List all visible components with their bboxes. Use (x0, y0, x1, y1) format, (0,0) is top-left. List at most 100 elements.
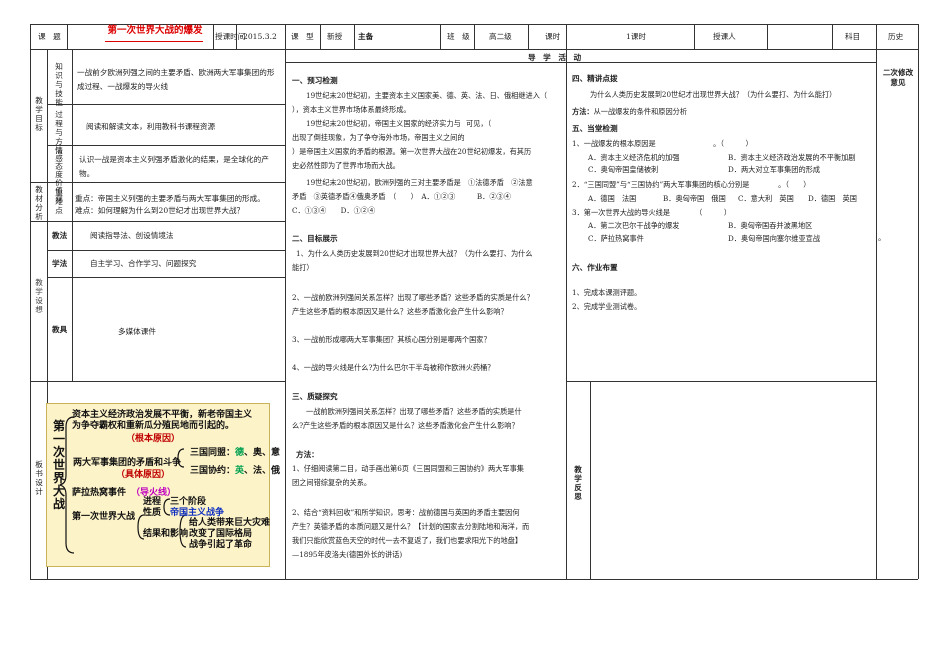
q2-b: B．奥匈帝国 俄国 (663, 194, 726, 203)
q3: 3．第一次世界大战的导火线是 （ ） (572, 208, 732, 217)
title-underline (105, 41, 203, 42)
method-title: 方法： (296, 450, 319, 459)
s2-q2b: 产生这些矛盾的根本原因又是什么？这些矛盾激化会产生什么影响？ (292, 307, 508, 316)
study-text: 自主学习、合作学习、问题探究 (90, 259, 197, 268)
s4-method: 方法：从一战爆发的条件和原因分析 (572, 106, 687, 117)
s1-p2c: 史必然性即为了世界市场而大战。 (292, 161, 400, 170)
s3-p1b: 么?产生这些矛盾的根本原因又是什么？这些矛盾激化会产生什么影响？ (292, 421, 519, 430)
board-effect1: 给人类带来巨大灾难 (189, 518, 271, 528)
s1-p1b: ），资本主义世界市场体系最终形成。 (292, 105, 411, 114)
design-title: 教学设想 (35, 278, 43, 314)
s2-q3: 3、一战前形成哪两大军事集团？其核心国分别是哪两个国家？ (292, 335, 491, 344)
hours-value: 1课时 (626, 32, 647, 41)
class-value: 高二级 (489, 32, 512, 41)
method-text: 阅读指导法、创设情境法 (90, 231, 174, 240)
board-camps-cause: （具体原因） (116, 470, 171, 480)
q2-d: D．德国 英国 (808, 194, 857, 203)
m1b: 团之间错综复杂的关系。 (292, 478, 372, 487)
board-root-cause: （根本原因） (126, 434, 181, 444)
alliance2-label: 三国协约： (190, 466, 236, 476)
board-war: 第一次世界大战 (72, 512, 136, 522)
m2c: 我们只能欣赏蓝色天空的时代一去不复返了，我们也要求阳光下的地盘】 (292, 536, 523, 545)
tools-text: 多媒体课件 (118, 327, 156, 336)
s2-q4: 4、一战的导火线是什么?为什么巴尔干半岛被称作欧洲火药桶？ (292, 363, 495, 372)
s1-p1a: 19世纪末20世纪初，主要资本主义国家美、德、英、法、日、俄相继进入（ (306, 91, 548, 100)
s4-title: 四、精讲点拨 (572, 74, 618, 83)
s1-p2a: 19世纪末20世纪初，帝国主义国家的经济实力与 (306, 119, 461, 128)
subject-label: 科目 (845, 32, 861, 41)
s2-title: 二、目标展示 (292, 234, 338, 243)
m2d: —1895年皮洛夫(德国外长的讲话) (292, 550, 403, 559)
m2b: 产生？英德矛盾的本质问题又是什么？【计划的国家去分割陆地和海洋，而 (292, 522, 530, 531)
activity-header: 导 学 活 动 (528, 53, 582, 62)
goal1-text: 一战前夕欧洲列强之间的主要矛盾、欧洲两大军事集团的形成过程、一战爆发的导火线 (77, 68, 275, 91)
second-edit-title: 二次修改意见 (882, 68, 914, 87)
analysis-title: 教材分析 (35, 185, 43, 221)
q2-c: C．意大利 英国 (738, 194, 794, 203)
subject-value: 历史 (888, 32, 904, 41)
tools-label: 教具 (52, 325, 68, 334)
q1-b: B．资本主义经济政治发展的不平衡加剧 (728, 153, 856, 162)
alliance1-rest: 、奥、意 (244, 448, 281, 458)
board-line2: 为争夺霸权和重新瓜分殖民地而引起的。 (72, 421, 235, 431)
m1a: 1、仔细阅读第二目，动手画出第6页《三国同盟和三国协约》两大军事集 (292, 464, 524, 473)
q3-a: A．第二次巴尔干战争的爆发 (588, 221, 680, 230)
board-effect3: 战争引起了革命 (189, 540, 253, 550)
q1-d: D．两大对立军事集团的形成 (728, 165, 821, 174)
s1-p3a: 19世纪末20世纪初，欧洲列强的三对主要矛盾是 ①法德矛盾 ②法意 (306, 178, 533, 187)
s2-q1a: 1、为什么人类历史发展到20世纪才出现世界大战？（为什么要打、为什么 (296, 249, 533, 258)
lesson-label: 课 题 (38, 32, 61, 41)
goals-title: 教学目标 (35, 96, 43, 132)
time-value: 2015.3.2 (243, 32, 277, 41)
goal3-text: 认识一战是资本主义列强矛盾激化的结果，是全球化的产物。 (79, 155, 269, 178)
type-value: 新授 (327, 32, 343, 41)
type-label: 课 型 (291, 32, 314, 41)
keypoint-text2: 难点：如何理解为什么到20世纪才出现世界大战？ (75, 206, 245, 215)
q3-b: B．奥匈帝国吞并波黑地区 (728, 221, 813, 230)
board-alliance1: 三国同盟：德、奥、意 (190, 448, 280, 459)
alliance1-label: 三国同盟： (190, 448, 236, 458)
s1-title: 一、预习检测 (292, 76, 338, 85)
board-alliance2: 三国协约：英、法、俄 (190, 466, 280, 477)
q3-c: C．萨拉热窝事件 (588, 234, 644, 243)
board-result: 结果和影响 (143, 529, 189, 539)
teacher-label: 授课人 (713, 32, 736, 41)
s2-q2a: 2、一战前欧洲列强间关系怎样？出现了哪些矛盾？这些矛盾的实质是什么？ (292, 293, 534, 302)
s5-title: 五、当堂检测 (572, 124, 618, 133)
keypoint-label: 重难点 (55, 188, 63, 215)
q2-a: A．德国 法国 (588, 194, 637, 203)
s1-p2-tail: 可见，（ (466, 119, 492, 128)
q2: 2．“三国同盟”与“三国协约”两大军事集团的核心分别是 。（ ） (572, 180, 811, 189)
q1-c: C．奥匈帝国皇储被刺 (588, 165, 659, 174)
goal1-label: 知识与技能 (55, 62, 63, 107)
class-label: 班 级 (447, 32, 470, 41)
time-label: 授课时间 (215, 32, 246, 41)
study-label: 学法 (52, 259, 68, 268)
preparer-label: 主备 (358, 32, 374, 41)
s3-title: 三、质疑探究 (292, 392, 338, 401)
hw1: 1、完成本课测评题。 (572, 288, 642, 297)
alliance1-core: 德 (235, 448, 245, 458)
board-sarajevo: 萨拉热窝事件 (72, 488, 127, 498)
board-process: 进程 (143, 497, 162, 507)
board-line1: 资本主义经济政治发展不平衡，新老帝国主义 (72, 410, 253, 420)
lesson-title: 第一次世界大战的爆发 (107, 25, 203, 36)
s4-p1: 为什么人类历史发展到20世纪才出现世界大战？（为什么要打、为什么能打） (590, 90, 837, 99)
s1-p2b: ）是帝国主义国家的矛盾的根源。第一次世界大战在20世纪初爆发，有其历 (292, 147, 532, 156)
s1-p2d: 出现了倒挂现象，为了争夺海外市场，帝国主义之间的 (292, 133, 465, 142)
alliance2-core: 英 (235, 466, 245, 476)
board-camps-line: 两大军事集团的矛盾和斗争 (73, 458, 182, 468)
board-nature: 性质 (143, 508, 162, 518)
s3-p1a: 一战前欧洲列强间关系怎样？出现了哪些矛盾？这些矛盾的实质是什 (306, 407, 522, 416)
method-label: 教法 (52, 231, 68, 240)
reflection-title: 教学反思 (574, 465, 582, 501)
keypoint-text1: 重点：帝国主义列强的主要矛盾与两大军事集团的形成。 (75, 194, 265, 203)
q1: 1、一战爆发的根本原因是 。（ ） (572, 139, 753, 148)
hw2: 2、完成学业测试卷。 (572, 302, 642, 311)
hours-label: 课时 (545, 32, 561, 41)
s1-p3b: 矛盾 ③英德矛盾④俄奥矛盾 （ ） A．①②③ B．②③④ (292, 192, 511, 201)
s1-p3c: C．①③④ D．①②④ (292, 206, 376, 215)
s4-method-label: 方法： (572, 107, 594, 116)
dot-mark: 。 (878, 233, 886, 242)
q1-a: A．资本主义经济危机的加强 (588, 153, 680, 162)
